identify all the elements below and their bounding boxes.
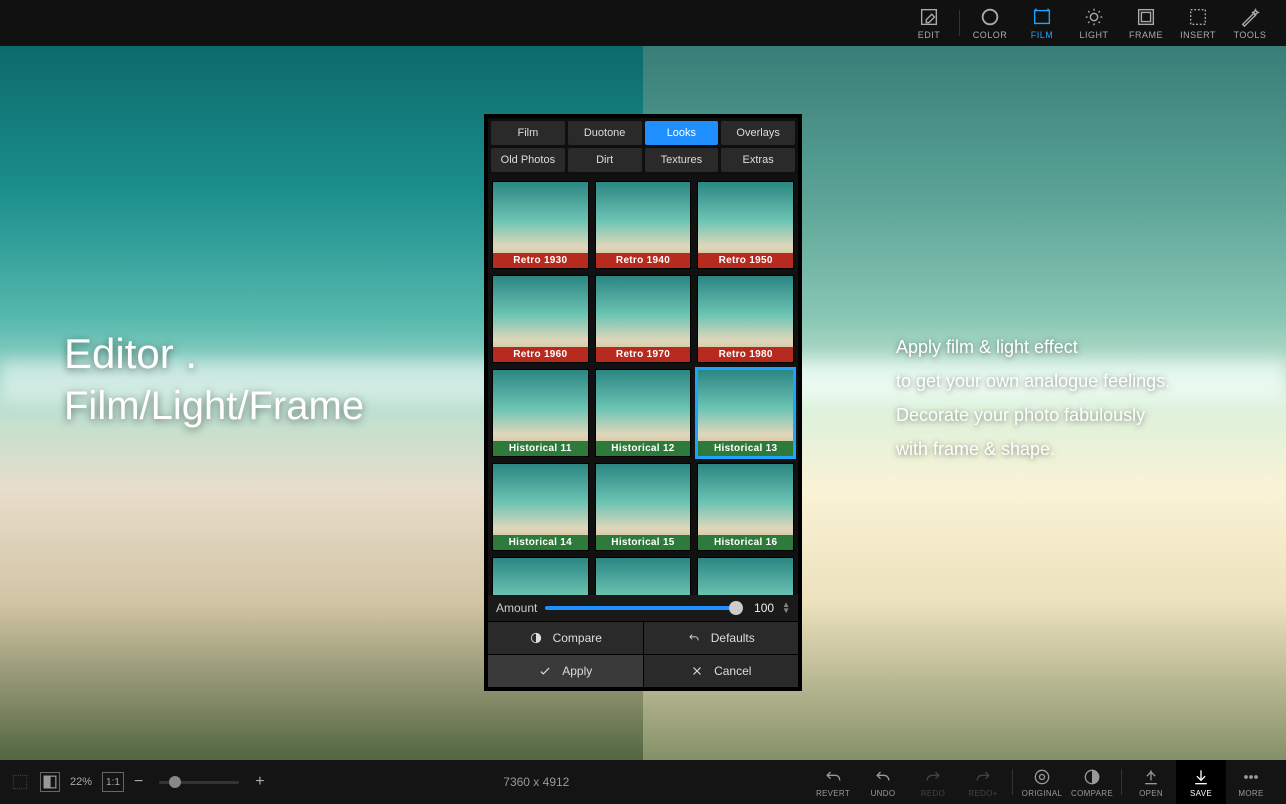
amount-slider[interactable] <box>545 606 740 610</box>
compare-icon <box>529 631 543 645</box>
open-icon <box>1141 767 1161 787</box>
insert-icon <box>1187 6 1209 28</box>
sun-icon <box>1083 6 1105 28</box>
film-tab-film[interactable]: Film <box>491 121 565 145</box>
zoom-in-button[interactable]: + <box>255 773 264 791</box>
x-icon <box>690 664 704 678</box>
preset-caption: Historical 12 <box>596 441 691 456</box>
circle-icon <box>979 6 1001 28</box>
bottom-toolbar: 22% 1:1 − + 7360 x 4912 REVERTUNDOREDORE… <box>0 760 1286 804</box>
bottom-tool-original[interactable]: ORIGINAL <box>1017 760 1067 804</box>
tool-edit[interactable]: EDIT <box>903 0 955 46</box>
preset-caption: Retro 1940 <box>596 253 691 268</box>
film-tab-old-photos[interactable]: Old Photos <box>491 148 565 172</box>
film-thumbnails[interactable]: Retro 1930 Retro 1940 Retro 1950 Retro 1960… <box>488 175 798 595</box>
film-tab-overlays[interactable]: Overlays <box>721 121 795 145</box>
check-icon <box>538 664 552 678</box>
undo-icon <box>687 631 701 645</box>
zoom-out-button[interactable]: − <box>134 773 143 791</box>
preset-caption: Retro 1980 <box>698 347 793 362</box>
preset-thumb[interactable]: Historical 12 <box>595 369 692 457</box>
film-tab-duotone[interactable]: Duotone <box>568 121 642 145</box>
image-dimensions: 7360 x 4912 <box>265 775 808 789</box>
frame-icon <box>1135 6 1157 28</box>
bottom-tool-redo[interactable]: REDO <box>908 760 958 804</box>
preset-thumb[interactable]: Retro 1960 <box>492 275 589 363</box>
preset-thumb[interactable]: Historical 14 <box>492 463 589 551</box>
preset-thumb[interactable]: Retro 1930 <box>492 181 589 269</box>
halfscreen-icon[interactable] <box>40 772 60 792</box>
preset-thumb[interactable]: Retro 1980 <box>697 275 794 363</box>
film-icon <box>1031 6 1053 28</box>
preset-thumb[interactable]: Historical 11 <box>492 369 589 457</box>
amount-row: Amount 100 ▲▼ <box>488 595 798 621</box>
preset-thumb[interactable] <box>595 557 692 595</box>
wand-icon <box>1239 6 1261 28</box>
compare-icon <box>1082 767 1102 787</box>
original-icon <box>1032 767 1052 787</box>
bottom-tool-revert[interactable]: REVERT <box>808 760 858 804</box>
tool-insert[interactable]: INSERT <box>1172 0 1224 46</box>
preset-thumb[interactable]: Retro 1950 <box>697 181 794 269</box>
redo2-icon <box>973 767 993 787</box>
preset-caption: Retro 1960 <box>493 347 588 362</box>
preset-caption: Retro 1930 <box>493 253 588 268</box>
preset-caption: Retro 1970 <box>596 347 691 362</box>
more-icon <box>1241 767 1261 787</box>
zoom-slider[interactable] <box>159 781 239 784</box>
tool-film[interactable]: FILM <box>1016 0 1068 46</box>
tool-color[interactable]: COLOR <box>964 0 1016 46</box>
grid-icon[interactable] <box>10 772 30 792</box>
bottom-tool-open[interactable]: OPEN <box>1126 760 1176 804</box>
preset-thumb[interactable]: Retro 1970 <box>595 275 692 363</box>
defaults-button[interactable]: Defaults <box>644 622 799 654</box>
amount-label: Amount <box>496 601 537 615</box>
preset-caption: Historical 16 <box>698 535 793 550</box>
film-tab-dirt[interactable]: Dirt <box>568 148 642 172</box>
tool-frame[interactable]: FRAME <box>1120 0 1172 46</box>
compare-button[interactable]: Compare <box>488 622 644 654</box>
revert-icon <box>823 767 843 787</box>
bottom-tool-compare[interactable]: COMPARE <box>1067 760 1117 804</box>
top-toolbar: EDIT COLOR FILM LIGHT FRAME INSERT TOOLS <box>0 0 1286 46</box>
amount-stepper[interactable]: ▲▼ <box>782 602 790 614</box>
preset-caption: Retro 1950 <box>698 253 793 268</box>
preset-caption: Historical 14 <box>493 535 588 550</box>
film-panel: FilmDuotoneLooksOverlays Old PhotosDirtTe… <box>484 114 802 691</box>
bottom-tool-redo2[interactable]: REDO+ <box>958 760 1008 804</box>
ratio-button[interactable]: 1:1 <box>102 772 124 792</box>
preset-thumb[interactable]: Historical 13 <box>697 369 794 457</box>
marketing-text-left: Editor . Film/Light/Frame <box>64 330 364 429</box>
amount-value: 100 <box>748 601 774 615</box>
cancel-button[interactable]: Cancel <box>644 655 799 687</box>
preset-thumb[interactable] <box>697 557 794 595</box>
redo-icon <box>923 767 943 787</box>
tool-light[interactable]: LIGHT <box>1068 0 1120 46</box>
marketing-text-right: Apply film & light effect to get your ow… <box>896 330 1226 466</box>
tool-tools[interactable]: TOOLS <box>1224 0 1276 46</box>
preset-thumb[interactable] <box>492 557 589 595</box>
preset-caption: Historical 15 <box>596 535 691 550</box>
film-tab-looks[interactable]: Looks <box>645 121 719 145</box>
zoom-percent: 22% <box>70 776 92 788</box>
bottom-tool-save[interactable]: SAVE <box>1176 760 1226 804</box>
preset-thumb[interactable]: Retro 1940 <box>595 181 692 269</box>
edit-icon <box>918 6 940 28</box>
apply-button[interactable]: Apply <box>488 655 644 687</box>
preset-caption: Historical 13 <box>698 441 793 456</box>
preset-thumb[interactable]: Historical 16 <box>697 463 794 551</box>
preset-thumb[interactable]: Historical 15 <box>595 463 692 551</box>
film-tab-extras[interactable]: Extras <box>721 148 795 172</box>
bottom-tool-more[interactable]: MORE <box>1226 760 1276 804</box>
film-tab-textures[interactable]: Textures <box>645 148 719 172</box>
bottom-tool-undo[interactable]: UNDO <box>858 760 908 804</box>
preset-caption: Historical 11 <box>493 441 588 456</box>
undo-icon <box>873 767 893 787</box>
film-tabs: FilmDuotoneLooksOverlays Old PhotosDirtTe… <box>488 118 798 175</box>
save-icon <box>1191 767 1211 787</box>
